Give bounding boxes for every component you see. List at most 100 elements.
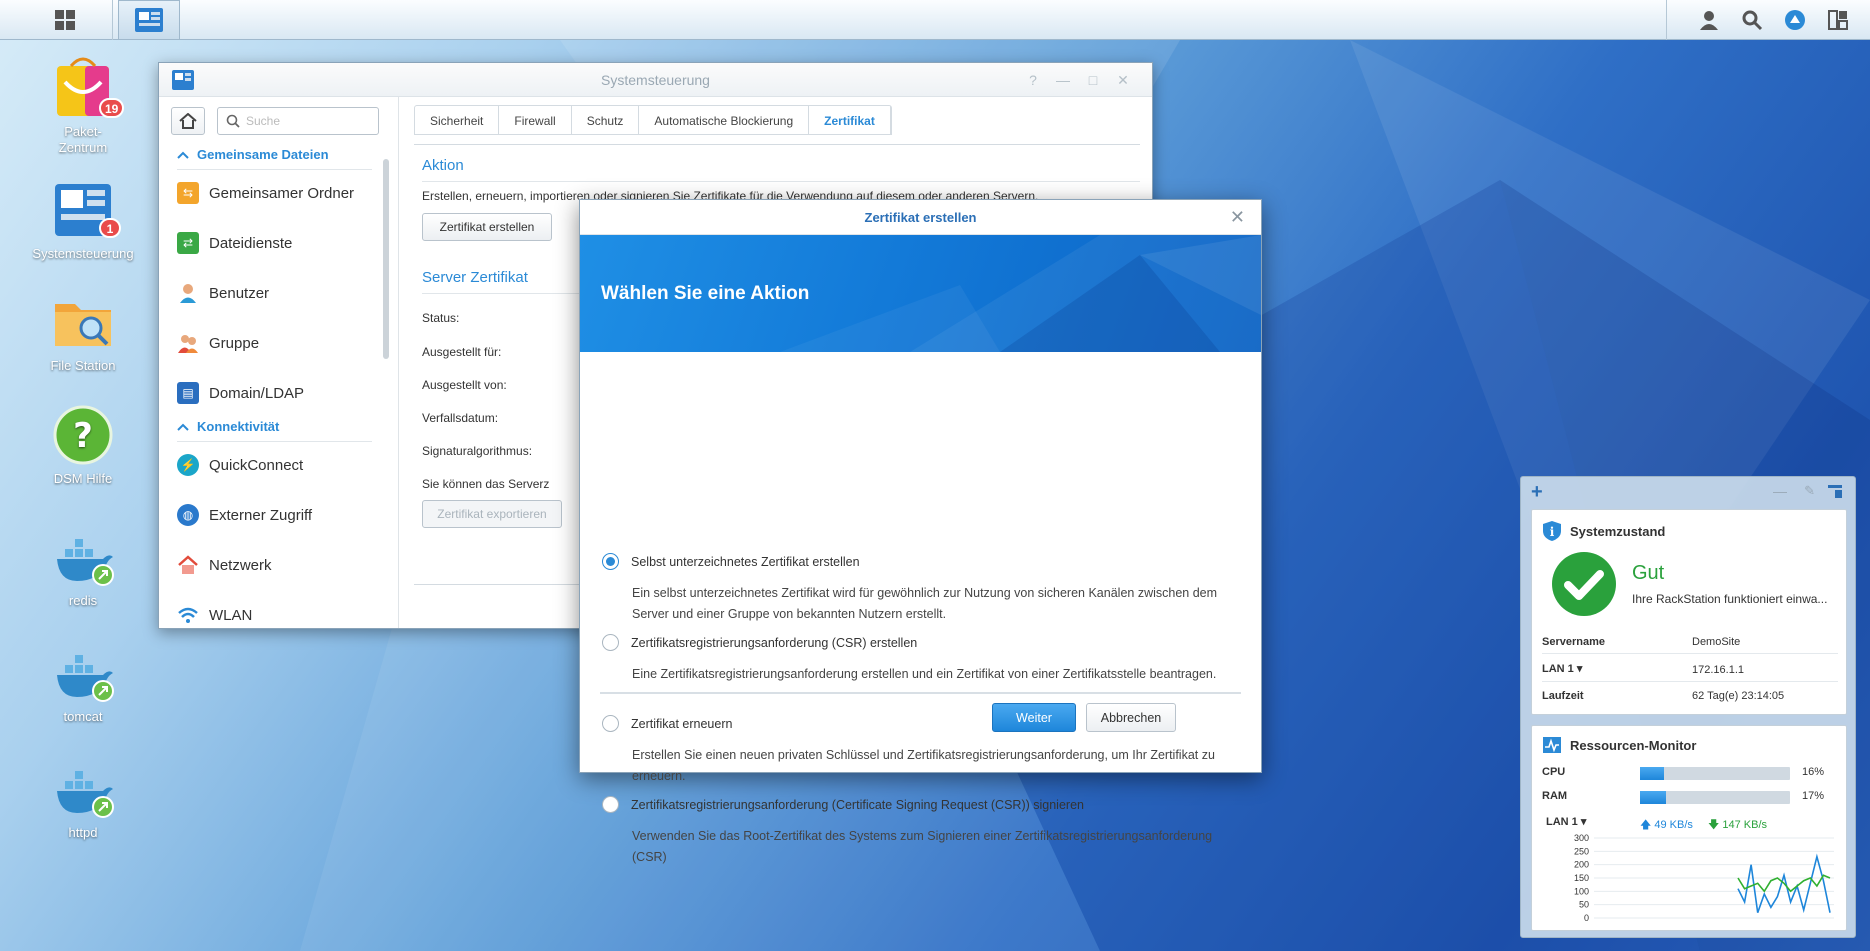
sidebar-item-external-access[interactable]: ◍ Externer Zugriff	[177, 503, 312, 527]
docker-icon	[57, 771, 114, 818]
download-value: 147 KB/s	[1722, 819, 1768, 831]
sidebar-item-domain-ldap[interactable]: ▤ Domain/LDAP	[177, 381, 304, 405]
radio-unselected[interactable]	[602, 715, 619, 732]
minimize-icon[interactable]: —	[1773, 483, 1787, 499]
desktop-icon-tomcat[interactable]: tomcat	[28, 641, 138, 724]
home-button[interactable]	[171, 107, 205, 135]
desktop-icon-dsm-help[interactable]: ? DSM Hilfe	[28, 403, 138, 486]
option-label: Selbst unterzeichnetes Zertifikat erstel…	[631, 554, 860, 569]
sidebar-item-quickconnect[interactable]: ⚡ QuickConnect	[177, 453, 303, 477]
sidebar-item-label: Benutzer	[209, 284, 270, 302]
shield-info-icon: i	[1543, 521, 1561, 541]
sidebar-scrollbar[interactable]	[383, 159, 389, 359]
option-label: Zertifikat erneuern	[631, 716, 733, 731]
next-button[interactable]: Weiter	[992, 703, 1076, 732]
cancel-button[interactable]: Abbrechen	[1086, 703, 1176, 732]
sidebar-item-label: WLAN	[209, 606, 253, 624]
monitor-chart-icon	[1543, 737, 1561, 753]
notification-badge: 1	[99, 218, 121, 238]
dialog-titlebar[interactable]: Zertifikat erstellen ✕	[580, 200, 1261, 235]
cpu-label: CPU	[1542, 766, 1566, 778]
window-titlebar[interactable]: Systemsteuerung ? — □ ✕	[159, 63, 1152, 97]
search-icon[interactable]	[1739, 7, 1765, 33]
tab-certificate[interactable]: Zertifikat	[809, 106, 891, 134]
radio-selected[interactable]	[602, 553, 619, 570]
sidebar-item-shared-folder[interactable]: ⇆ Gemeinsamer Ordner	[177, 181, 354, 205]
tab-security[interactable]: Sicherheit	[415, 106, 500, 134]
section-header-shared-files[interactable]: Gemeinsame Dateien	[177, 147, 329, 162]
option-sign-csr[interactable]: Zertifikatsregistrierungsanforderung (Ce…	[602, 796, 1084, 813]
desktop-icon-control-panel[interactable]: 1 Systemsteuerung	[28, 178, 138, 261]
option-create-csr[interactable]: Zertifikatsregistrierungsanforderung (CS…	[602, 634, 917, 651]
sidebar-item-wlan[interactable]: WLAN	[177, 603, 252, 627]
sidebar-item-file-services[interactable]: ⇄ Dateidienste	[177, 231, 292, 255]
widgets-icon[interactable]	[1825, 7, 1851, 33]
sidebar-item-network[interactable]: Netzwerk	[177, 553, 272, 577]
tab-auto-block[interactable]: Automatische Blockierung	[639, 106, 810, 134]
tab-firewall[interactable]: Firewall	[499, 106, 572, 134]
globe-icon: ◍	[177, 504, 199, 526]
option-label: Zertifikatsregistrierungsanforderung (CS…	[631, 635, 918, 650]
lan-label: LAN 1	[1546, 816, 1578, 828]
lan-selector[interactable]: LAN 1 ▾	[1542, 662, 1582, 675]
minimize-icon[interactable]: —	[1054, 71, 1072, 89]
taskbar-control-panel[interactable]	[118, 0, 180, 40]
search-icon	[226, 114, 240, 128]
checkmark-icon	[1552, 552, 1616, 616]
desktop-icon-redis[interactable]: redis	[28, 525, 138, 608]
sidebar-item-user[interactable]: Benutzer	[177, 281, 269, 305]
resource-monitor-widget: Ressourcen-Monitor CPU 16% RAM 17% LAN 1…	[1531, 725, 1847, 931]
dsm-icon[interactable]	[1782, 7, 1808, 33]
sidebar-item-label: QuickConnect	[209, 456, 304, 474]
main-menu-button[interactable]	[20, 0, 110, 40]
section-header-connectivity[interactable]: Konnektivität	[177, 419, 279, 434]
network-home-icon	[177, 554, 199, 576]
close-icon[interactable]: ✕	[1230, 200, 1245, 235]
chevron-up-icon	[177, 151, 189, 159]
widget-title: Ressourcen-Monitor	[1542, 736, 1696, 754]
y-tick-label: 300	[1574, 834, 1589, 843]
desktop-icon-label: httpd	[68, 825, 98, 840]
export-description: Sie können das Serverz	[422, 477, 550, 491]
group-icon	[177, 332, 199, 354]
add-widget-button[interactable]: +	[1531, 481, 1543, 504]
field-issued-by: Ausgestellt von:	[422, 378, 507, 392]
search-input[interactable]: Suche	[217, 107, 379, 135]
radio-unselected[interactable]	[602, 634, 619, 651]
field-status: Status:	[422, 311, 460, 325]
close-icon[interactable]: ✕	[1114, 71, 1132, 89]
lan-selector[interactable]: LAN 1 ▾	[1546, 815, 1586, 828]
user-icon[interactable]	[1696, 7, 1722, 33]
cpu-percent: 16%	[1802, 766, 1825, 778]
maximize-icon[interactable]: □	[1084, 71, 1102, 89]
desktop-icon-label: DSM Hilfe	[53, 471, 113, 486]
option-self-signed[interactable]: Selbst unterzeichnetes Zertifikat erstel…	[602, 553, 860, 570]
option-label: Zertifikatsregistrierungsanforderung (Ce…	[631, 797, 1084, 812]
desktop-icon-package-center[interactable]: 19 Paket-Zentrum	[28, 56, 138, 156]
create-certificate-button[interactable]: Zertifikat erstellen	[422, 213, 552, 241]
sidebar-item-label: Dateidienste	[209, 234, 293, 252]
option-description: Eine Zertifikatsregistrierungsanforderun…	[632, 667, 1217, 681]
file-services-icon: ⇄	[177, 232, 199, 254]
option-description: Ein selbst unterzeichnetes Zertifikat wi…	[632, 586, 1218, 621]
widgets-panel-icon[interactable]	[1827, 483, 1843, 502]
radio-unselected[interactable]	[602, 796, 619, 813]
chevron-down-icon: ▾	[1580, 816, 1587, 828]
option-renew[interactable]: Zertifikat erneuern	[602, 715, 732, 732]
desktop-icon-label: Paket-Zentrum	[58, 124, 108, 155]
sidebar-item-group[interactable]: Gruppe	[177, 331, 259, 355]
help-icon[interactable]: ?	[1024, 71, 1042, 89]
desktop-icon-httpd[interactable]: httpd	[28, 757, 138, 840]
uptime-key: Laufzeit	[1542, 690, 1584, 702]
tab-protection[interactable]: Schutz	[572, 106, 640, 134]
y-tick-label: 50	[1579, 900, 1589, 910]
health-message: Ihre RackStation funktioniert einwa...	[1632, 592, 1828, 606]
y-tick-label: 0	[1584, 913, 1589, 923]
export-certificate-button[interactable]: Zertifikat exportieren	[422, 500, 562, 528]
widget-title-text: Systemzustand	[1570, 523, 1666, 539]
desktop-icon-label: File Station	[50, 358, 116, 373]
pin-icon[interactable]: ✎	[1804, 483, 1815, 499]
desktop-icon-label: Systemsteuerung	[32, 246, 134, 261]
desktop-icon-file-station[interactable]: File Station	[28, 290, 138, 373]
section-title: Gemeinsame Dateien	[197, 147, 329, 162]
